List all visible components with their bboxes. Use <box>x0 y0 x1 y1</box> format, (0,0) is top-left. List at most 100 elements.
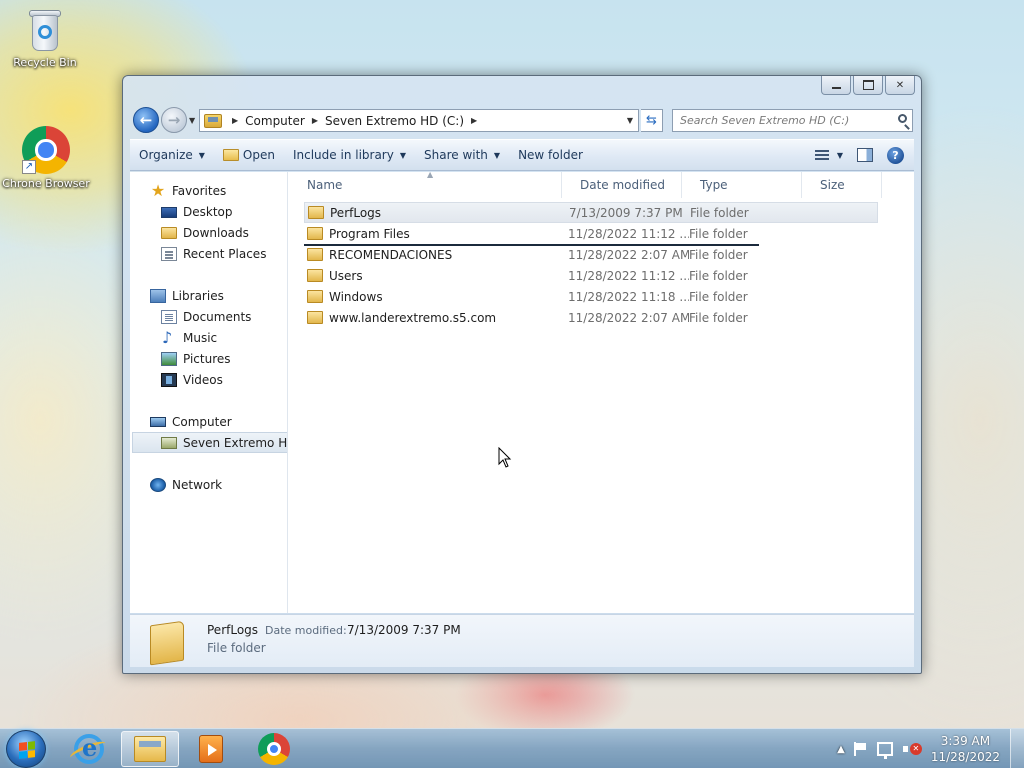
windows-explorer-icon <box>134 736 166 762</box>
file-row-windows[interactable]: Windows 11/28/2022 11:18 ... File folder <box>304 286 878 307</box>
change-view-button[interactable]: ▼ <box>814 149 843 161</box>
file-type: File folder <box>689 289 748 304</box>
new-folder-label: New folder <box>518 148 583 162</box>
nav-pictures[interactable]: Pictures <box>161 348 231 369</box>
action-center-flag-icon[interactable] <box>853 742 867 756</box>
folder-icon <box>307 311 323 324</box>
nav-network-label: Network <box>172 477 223 492</box>
taskbar-media-player[interactable] <box>182 731 240 767</box>
clock[interactable]: 3:39 AM 11/28/2022 <box>931 733 1000 765</box>
recycle-bin-label: Recycle Bin <box>13 56 77 69</box>
computer-icon <box>150 416 166 427</box>
nav-libraries[interactable]: Libraries <box>150 285 224 306</box>
details-type: File folder <box>207 641 266 655</box>
open-button[interactable]: Open <box>214 143 284 167</box>
help-icon[interactable]: ? <box>887 146 904 164</box>
share-with-label: Share with <box>424 148 488 162</box>
nav-videos[interactable]: Videos <box>161 369 223 390</box>
chrome-icon: ↗ <box>22 126 70 174</box>
file-row-perflogs[interactable]: PerfLogs 7/13/2009 7:37 PM File folder <box>304 202 878 223</box>
file-row-recomendaciones[interactable]: RECOMENDACIONES 11/28/2022 2:07 AM File … <box>304 244 878 265</box>
file-type: File folder <box>689 268 748 283</box>
back-button[interactable]: ← <box>133 107 159 133</box>
new-folder-button[interactable]: New folder <box>509 143 592 167</box>
minimize-button[interactable] <box>821 76 851 95</box>
start-button[interactable] <box>6 730 46 768</box>
address-bar[interactable]: ▶ Computer ▶ Seven Extremo HD (C:) ▶ ▼ <box>199 109 639 132</box>
file-list[interactable]: Name ▲ Date modified Type Size PerfLogs … <box>289 170 914 613</box>
documents-icon <box>161 309 177 324</box>
close-button[interactable] <box>885 76 915 95</box>
column-size-label: Size <box>820 178 845 192</box>
share-with-menu[interactable]: Share with ▼ <box>415 143 509 167</box>
search-input[interactable] <box>673 110 883 131</box>
search-icon[interactable] <box>898 114 907 123</box>
chrome-browser-shortcut[interactable]: ↗ Chrone Browser <box>0 126 94 190</box>
show-hidden-icons-button[interactable]: ▲ <box>837 744 845 755</box>
nav-computer-label: Computer <box>172 414 232 429</box>
refresh-button[interactable]: ⇆ <box>641 109 663 132</box>
preview-pane-icon[interactable] <box>857 148 873 162</box>
recent-pages-dropdown[interactable]: ▼ <box>189 116 195 125</box>
breadcrumb-computer[interactable]: Computer <box>242 114 308 128</box>
network-status-icon[interactable] <box>876 742 893 759</box>
chevron-right-icon[interactable]: ▶ <box>308 116 322 125</box>
libraries-icon <box>150 288 166 303</box>
folder-icon <box>307 290 323 303</box>
taskbar-internet-explorer[interactable] <box>60 731 118 767</box>
taskbar-chrome[interactable] <box>245 731 303 767</box>
shortcut-arrow-icon: ↗ <box>22 160 36 174</box>
nav-music[interactable]: Music <box>161 327 217 348</box>
taskbar-windows-explorer[interactable] <box>121 731 179 767</box>
nav-recent-places[interactable]: Recent Places <box>161 243 266 264</box>
pictures-icon <box>161 351 177 366</box>
search-box[interactable] <box>672 109 913 132</box>
file-date: 11/28/2022 2:07 AM <box>568 310 689 325</box>
nav-drive-label: Seven Extremo HD (C:) <box>183 435 288 450</box>
recycle-bin-shortcut[interactable]: Recycle Bin <box>0 7 93 69</box>
drive-icon <box>204 113 222 128</box>
nav-documents[interactable]: Documents <box>161 306 251 327</box>
column-date-modified[interactable]: Date modified <box>562 172 682 198</box>
file-date: 11/28/2022 11:12 ... <box>568 226 689 241</box>
file-name: RECOMENDACIONES <box>329 247 453 262</box>
file-date: 11/28/2022 11:12 ... <box>568 268 689 283</box>
volume-muted-icon[interactable] <box>902 742 922 756</box>
file-name: Windows <box>329 289 383 304</box>
breadcrumb-drive[interactable]: Seven Extremo HD (C:) <box>322 114 467 128</box>
nav-recent-places-label: Recent Places <box>183 246 267 261</box>
forward-button[interactable]: → <box>161 107 187 133</box>
nav-network[interactable]: Network <box>150 474 222 495</box>
chevron-right-icon[interactable]: ▶ <box>467 116 481 125</box>
nav-libraries-label: Libraries <box>172 288 224 303</box>
show-desktop-button[interactable] <box>1010 729 1024 768</box>
organize-menu[interactable]: Organize ▼ <box>130 143 214 167</box>
nav-downloads[interactable]: Downloads <box>161 222 249 243</box>
column-date-modified-label: Date modified <box>580 178 666 192</box>
file-row-landerextremo[interactable]: www.landerextremo.s5.com 11/28/2022 2:07… <box>304 307 878 328</box>
system-tray: ▲ 3:39 AM 11/28/2022 <box>837 729 1024 768</box>
file-row-program-files[interactable]: Program Files 11/28/2022 11:12 ... File … <box>304 223 878 244</box>
column-type[interactable]: Type <box>682 172 802 198</box>
address-dropdown-icon[interactable]: ▼ <box>622 116 638 125</box>
chevron-right-icon[interactable]: ▶ <box>228 116 242 125</box>
nav-desktop[interactable]: Desktop <box>161 201 233 222</box>
include-in-library-label: Include in library <box>292 148 394 162</box>
hard-drive-icon <box>161 436 177 449</box>
nav-favorites-label: Favorites <box>172 183 227 198</box>
file-row-users[interactable]: Users 11/28/2022 11:12 ... File folder <box>304 265 878 286</box>
file-type: File folder <box>690 205 749 220</box>
folder-icon <box>307 269 323 282</box>
nav-computer[interactable]: Computer <box>150 411 232 432</box>
include-in-library-menu[interactable]: Include in library ▼ <box>284 143 415 167</box>
column-size[interactable]: Size <box>802 172 882 198</box>
file-date: 11/28/2022 11:18 ... <box>568 289 689 304</box>
details-name: PerfLogs <box>207 623 259 637</box>
column-name[interactable]: Name ▲ <box>289 170 562 198</box>
navigation-pane[interactable]: ★ Favorites Desktop Downloads Recent Pla… <box>130 172 288 613</box>
maximize-button[interactable] <box>853 76 883 95</box>
chevron-down-icon: ▼ <box>836 150 843 160</box>
nav-drive-c[interactable]: Seven Extremo HD (C:) <box>132 432 288 453</box>
nav-favorites[interactable]: ★ Favorites <box>150 180 226 201</box>
folder-icon <box>150 620 184 666</box>
